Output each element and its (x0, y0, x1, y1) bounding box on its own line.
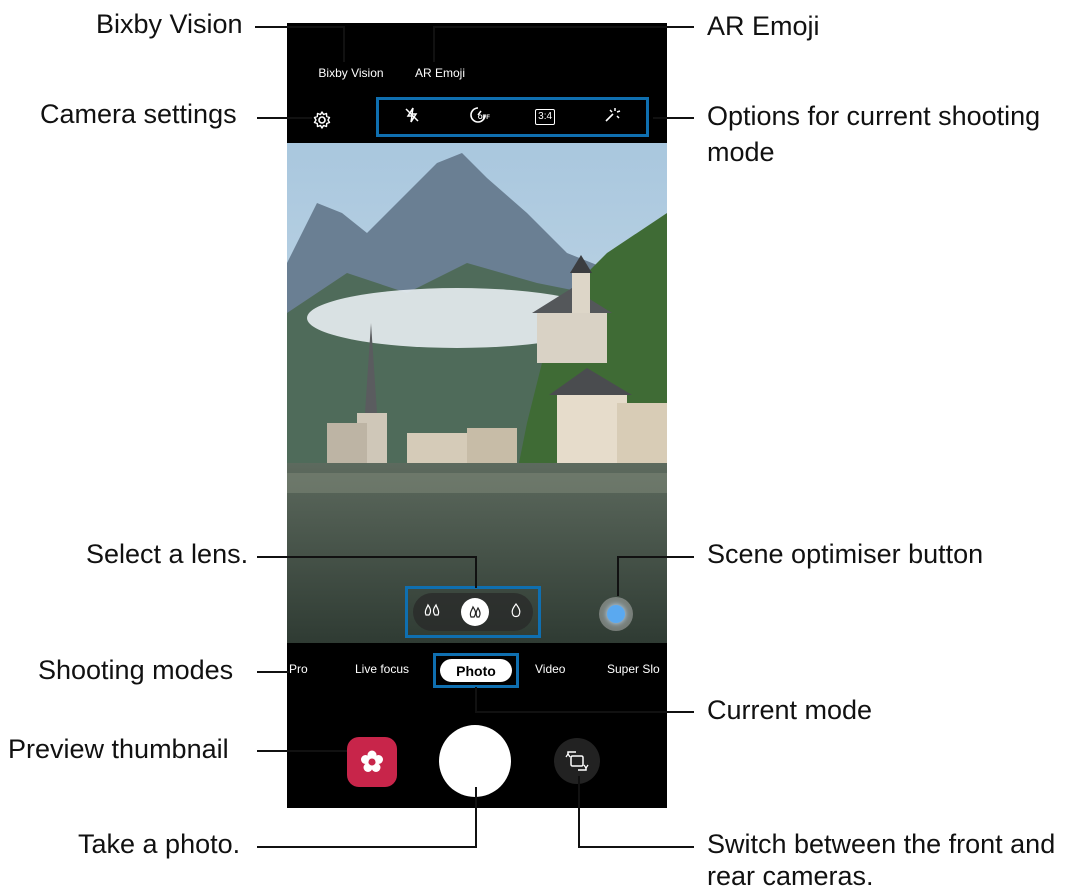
flash-off-icon[interactable] (403, 106, 421, 129)
connector-switch-v (578, 776, 580, 847)
callout-ar-emoji: AR Emoji (707, 11, 820, 41)
callout-bixby-vision: Bixby Vision (96, 9, 243, 39)
connector-ar-emoji-v (433, 26, 435, 62)
lens-ultrawide-icon[interactable] (423, 603, 441, 622)
ar-emoji-button[interactable]: AR Emoji (407, 66, 473, 80)
preview-thumbnail[interactable] (347, 737, 397, 787)
callout-options-line2: mode (707, 137, 775, 167)
mode-pro[interactable]: Pro (289, 662, 308, 676)
bixby-vision-button[interactable]: Bixby Vision (287, 66, 415, 80)
callout-select-lens: Select a lens. (86, 539, 249, 569)
connector-bixby-h (255, 26, 344, 28)
callout-shooting-modes: Shooting modes (38, 655, 234, 685)
connector-bixby-v (343, 26, 345, 62)
ratio-3-4-icon[interactable]: 3:4 (535, 109, 556, 125)
ratio-label: 3:4 (538, 111, 553, 122)
shooting-options-bar: OFF 3:4 (376, 97, 649, 137)
camera-screen: Bixby Vision AR Emoji OFF 3:4 Pro Live f… (287, 23, 667, 808)
connector-options (653, 117, 694, 119)
connector-lens-h (257, 556, 477, 558)
switch-camera-icon (565, 751, 589, 771)
settings-gear-icon[interactable] (309, 107, 335, 133)
connector-shutter-v (475, 787, 477, 847)
callout-preview-thumbnail: Preview thumbnail (8, 734, 229, 764)
callout-take-photo: Take a photo. (78, 829, 241, 859)
connector-scene-v (617, 556, 619, 596)
callout-switch-line1: Switch between the front and (707, 829, 1056, 859)
filter-icon[interactable] (602, 105, 622, 130)
connector-lens-v (475, 556, 477, 588)
connector-shutter-h (257, 846, 477, 848)
callout-camera-settings: Camera settings (40, 99, 237, 129)
mode-video[interactable]: Video (535, 662, 565, 676)
connector-current-v (475, 687, 477, 712)
mode-super-slo[interactable]: Super Slo (607, 662, 660, 676)
viewfinder-preview[interactable] (287, 143, 667, 643)
mode-photo[interactable]: Photo (440, 659, 512, 682)
connector-modes (257, 671, 289, 673)
connector-settings (257, 117, 312, 119)
mode-live-focus[interactable]: Live focus (355, 662, 409, 676)
callout-options-line1: Options for current shooting (707, 101, 1041, 131)
lens-selector (413, 593, 533, 631)
connector-scene-h (617, 556, 694, 558)
lens-wide-icon[interactable] (461, 598, 489, 626)
scene-optimiser-button[interactable] (599, 597, 633, 631)
timer-off-label: OFF (477, 114, 490, 121)
callout-switch-line2: rear cameras. (707, 861, 874, 891)
lens-tele-icon[interactable] (509, 602, 523, 623)
callout-current-mode: Current mode (707, 695, 873, 725)
flower-icon (361, 750, 383, 772)
connector-ar-emoji-h (433, 26, 694, 28)
connector-current-h (475, 711, 694, 713)
switch-camera-button[interactable] (554, 738, 600, 784)
timer-off-icon[interactable]: OFF (468, 105, 490, 130)
scene-optimiser-icon (607, 605, 625, 623)
connector-thumbnail (257, 750, 347, 752)
connector-switch-h (578, 846, 694, 848)
callout-scene-optimiser: Scene optimiser button (707, 539, 984, 569)
